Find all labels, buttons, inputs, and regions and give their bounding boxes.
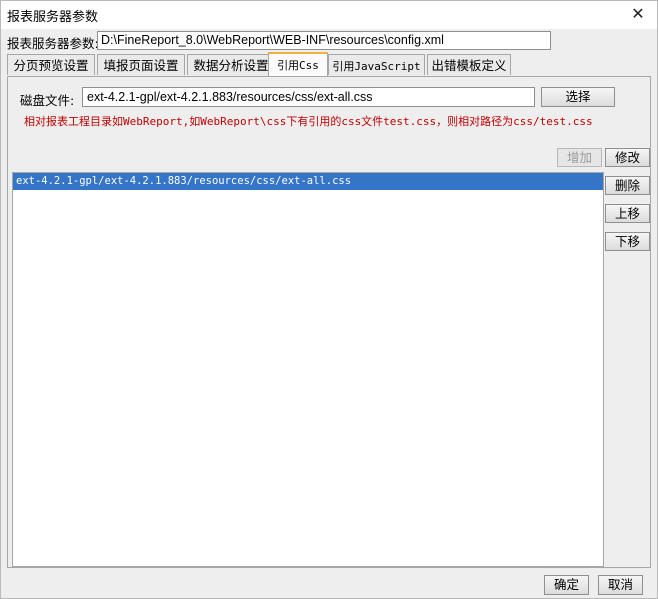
delete-button[interactable]: 删除: [605, 176, 650, 195]
disk-file-input[interactable]: [82, 87, 535, 107]
dialog-window: 报表服务器参数 ✕ 报表服务器参数: 分页预览设置 填报页面设置 数据分析设置 …: [0, 0, 658, 599]
window-title: 报表服务器参数: [7, 10, 99, 25]
list-item[interactable]: ext-4.2.1-gpl/ext-4.2.1.883/resources/cs…: [13, 173, 603, 190]
tab-reference-javascript[interactable]: 引用JavaScript: [328, 54, 425, 75]
tab-fill-page[interactable]: 填报页面设置: [97, 54, 185, 75]
add-button[interactable]: 增加: [557, 148, 602, 167]
server-param-field[interactable]: [97, 31, 551, 50]
choose-button[interactable]: 选择: [541, 87, 615, 107]
move-down-button[interactable]: 下移: [605, 232, 650, 251]
tab-paging-preview[interactable]: 分页预览设置: [7, 54, 95, 75]
modify-button[interactable]: 修改: [605, 148, 650, 167]
ok-button[interactable]: 确定: [544, 575, 589, 595]
title-bar: 报表服务器参数 ✕: [1, 1, 657, 29]
css-file-list[interactable]: ext-4.2.1-gpl/ext-4.2.1.883/resources/cs…: [12, 172, 604, 567]
move-up-button[interactable]: 上移: [605, 204, 650, 223]
tab-error-template[interactable]: 出错模板定义: [427, 54, 511, 75]
relative-path-hint: 相对报表工程目录如WebReport,如WebReport\css下有引用的cs…: [24, 115, 593, 128]
close-icon[interactable]: ✕: [627, 3, 649, 25]
cancel-button[interactable]: 取消: [598, 575, 643, 595]
tab-data-analysis[interactable]: 数据分析设置: [187, 54, 275, 75]
tab-reference-css[interactable]: 引用Css: [268, 52, 328, 76]
disk-file-label: 磁盘文件:: [20, 93, 75, 108]
server-param-label: 报表服务器参数:: [7, 36, 99, 51]
